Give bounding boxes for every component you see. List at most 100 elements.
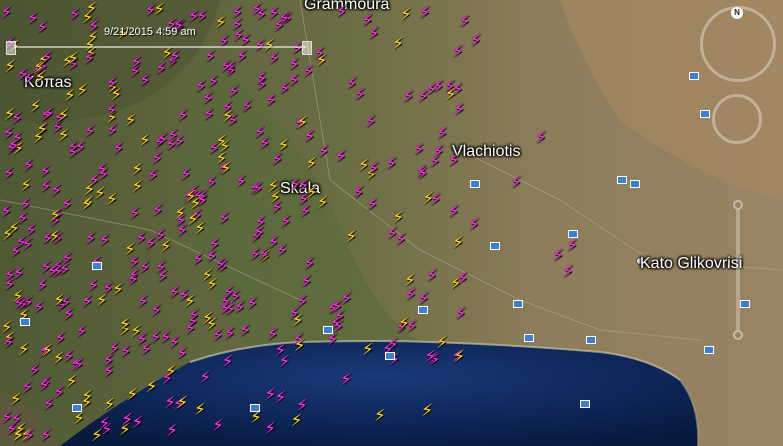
poi-marker-icon[interactable] xyxy=(524,334,534,342)
lightning-strike-icon[interactable]: ⚡ xyxy=(386,226,398,243)
lightning-strike-icon[interactable]: ⚡ xyxy=(125,112,137,130)
lightning-strike-icon[interactable]: ⚡ xyxy=(49,207,61,225)
lightning-strike-icon[interactable]: ⚡ xyxy=(562,264,574,281)
lightning-strike-icon[interactable]: ⚡ xyxy=(139,133,151,150)
lightning-strike-icon[interactable]: ⚡ xyxy=(146,378,158,396)
lightning-strike-icon[interactable]: ⚡ xyxy=(318,144,330,161)
lightning-strike-icon[interactable]: ⚡ xyxy=(18,342,30,359)
lightning-strike-icon[interactable]: ⚡ xyxy=(366,196,378,214)
poi-marker-icon[interactable] xyxy=(513,300,523,308)
zoom-in-button[interactable] xyxy=(733,200,743,210)
lightning-strike-icon[interactable]: ⚡ xyxy=(10,391,22,409)
poi-marker-icon[interactable] xyxy=(470,180,480,188)
poi-marker-icon[interactable] xyxy=(630,180,640,188)
lightning-strike-icon[interactable]: ⚡ xyxy=(453,102,465,119)
lightning-strike-icon[interactable]: ⚡ xyxy=(452,44,464,61)
lightning-strike-icon[interactable]: ⚡ xyxy=(20,177,32,195)
lightning-strike-icon[interactable]: ⚡ xyxy=(457,271,469,288)
lightning-strike-icon[interactable]: ⚡ xyxy=(253,225,265,242)
lightning-strike-icon[interactable]: ⚡ xyxy=(288,305,300,323)
lightning-strike-icon[interactable]: ⚡ xyxy=(180,167,192,184)
lightning-strike-icon[interactable]: ⚡ xyxy=(398,316,410,333)
lightning-strike-icon[interactable]: ⚡ xyxy=(335,149,347,166)
lightning-strike-icon[interactable]: ⚡ xyxy=(177,108,189,125)
lightning-strike-icon[interactable]: ⚡ xyxy=(203,106,215,124)
lightning-strike-icon[interactable]: ⚡ xyxy=(150,329,162,347)
zoom-slider[interactable] xyxy=(733,200,743,340)
lightning-strike-icon[interactable]: ⚡ xyxy=(85,231,97,248)
lightning-strike-icon[interactable]: ⚡ xyxy=(296,398,308,415)
lightning-strike-icon[interactable]: ⚡ xyxy=(4,107,16,124)
lightning-strike-icon[interactable]: ⚡ xyxy=(19,196,31,214)
lightning-strike-icon[interactable]: ⚡ xyxy=(274,389,286,407)
lightning-strike-icon[interactable]: ⚡ xyxy=(403,89,415,106)
lightning-strike-icon[interactable]: ⚡ xyxy=(231,5,243,22)
lightning-strike-icon[interactable]: ⚡ xyxy=(340,290,352,308)
lightning-strike-icon[interactable]: ⚡ xyxy=(152,202,164,220)
lightning-strike-icon[interactable]: ⚡ xyxy=(535,130,547,147)
lightning-strike-icon[interactable]: ⚡ xyxy=(23,428,35,445)
poi-marker-icon[interactable] xyxy=(418,306,428,314)
lightning-strike-icon[interactable]: ⚡ xyxy=(207,73,219,91)
lightning-strike-icon[interactable]: ⚡ xyxy=(136,331,148,349)
lightning-strike-icon[interactable]: ⚡ xyxy=(353,184,365,202)
lightning-strike-icon[interactable]: ⚡ xyxy=(368,25,380,43)
time-slider-track[interactable] xyxy=(14,46,306,48)
lightning-strike-icon[interactable]: ⚡ xyxy=(302,63,314,81)
poi-marker-icon[interactable] xyxy=(580,400,590,408)
lightning-strike-icon[interactable]: ⚡ xyxy=(429,153,441,171)
lightning-strike-icon[interactable]: ⚡ xyxy=(278,137,290,155)
lightning-strike-icon[interactable]: ⚡ xyxy=(150,303,162,320)
lightning-strike-icon[interactable]: ⚡ xyxy=(288,72,300,90)
lightning-strike-icon[interactable]: ⚡ xyxy=(40,428,52,445)
lightning-strike-icon[interactable]: ⚡ xyxy=(453,349,465,366)
lightning-strike-icon[interactable]: ⚡ xyxy=(267,178,279,196)
lightning-strike-icon[interactable]: ⚡ xyxy=(36,19,48,37)
lightning-strike-icon[interactable]: ⚡ xyxy=(184,321,196,338)
lightning-strike-icon[interactable]: ⚡ xyxy=(8,137,20,155)
lightning-strike-icon[interactable]: ⚡ xyxy=(120,343,132,361)
lightning-strike-icon[interactable]: ⚡ xyxy=(201,267,213,285)
lightning-strike-icon[interactable]: ⚡ xyxy=(153,1,165,19)
lightning-strike-icon[interactable]: ⚡ xyxy=(264,420,276,438)
poi-marker-icon[interactable] xyxy=(250,404,260,412)
lightning-strike-icon[interactable]: ⚡ xyxy=(455,306,467,323)
satellite-map[interactable]: Grammoura Koπas Vlachiotis Skala Kato Gl… xyxy=(0,0,783,446)
lightning-strike-icon[interactable]: ⚡ xyxy=(206,174,218,192)
lightning-strike-icon[interactable]: ⚡ xyxy=(327,331,339,349)
lightning-strike-icon[interactable]: ⚡ xyxy=(374,408,386,425)
place-label-kato-glikovrisi[interactable]: Kato Glikovrisi xyxy=(640,255,742,273)
lightning-strike-icon[interactable]: ⚡ xyxy=(426,268,438,285)
lightning-strike-icon[interactable]: ⚡ xyxy=(17,67,29,84)
lightning-strike-icon[interactable]: ⚡ xyxy=(160,238,172,256)
lightning-strike-icon[interactable]: ⚡ xyxy=(81,196,93,214)
lightning-strike-icon[interactable]: ⚡ xyxy=(112,282,124,299)
lightning-strike-icon[interactable]: ⚡ xyxy=(271,199,283,217)
lightning-strike-icon[interactable]: ⚡ xyxy=(4,58,16,76)
time-slider-end-handle[interactable] xyxy=(302,41,312,55)
lightning-strike-icon[interactable]: ⚡ xyxy=(0,5,12,22)
lightning-strike-icon[interactable]: ⚡ xyxy=(34,70,46,87)
lightning-strike-icon[interactable]: ⚡ xyxy=(58,107,70,125)
lightning-strike-icon[interactable]: ⚡ xyxy=(86,1,98,18)
poi-marker-icon[interactable] xyxy=(490,242,500,250)
lightning-strike-icon[interactable]: ⚡ xyxy=(75,324,87,341)
lightning-strike-icon[interactable]: ⚡ xyxy=(278,354,290,371)
lightning-strike-icon[interactable]: ⚡ xyxy=(235,173,247,191)
lightning-strike-icon[interactable]: ⚡ xyxy=(433,79,445,96)
lightning-strike-icon[interactable]: ⚡ xyxy=(212,418,224,435)
lightning-strike-icon[interactable]: ⚡ xyxy=(41,342,53,360)
lightning-strike-icon[interactable]: ⚡ xyxy=(345,229,357,246)
lightning-strike-icon[interactable]: ⚡ xyxy=(113,141,125,158)
lightning-strike-icon[interactable]: ⚡ xyxy=(392,210,404,227)
lightning-strike-icon[interactable]: ⚡ xyxy=(53,292,65,310)
lightning-strike-icon[interactable]: ⚡ xyxy=(147,168,159,185)
lightning-strike-icon[interactable]: ⚡ xyxy=(246,296,258,313)
lightning-strike-icon[interactable]: ⚡ xyxy=(106,122,118,140)
lightning-strike-icon[interactable]: ⚡ xyxy=(49,229,61,246)
lightning-strike-icon[interactable]: ⚡ xyxy=(61,197,73,214)
lightning-strike-icon[interactable]: ⚡ xyxy=(417,166,429,183)
lightning-strike-icon[interactable]: ⚡ xyxy=(255,70,267,88)
poi-marker-icon[interactable] xyxy=(704,346,714,354)
lightning-strike-icon[interactable]: ⚡ xyxy=(392,35,404,53)
